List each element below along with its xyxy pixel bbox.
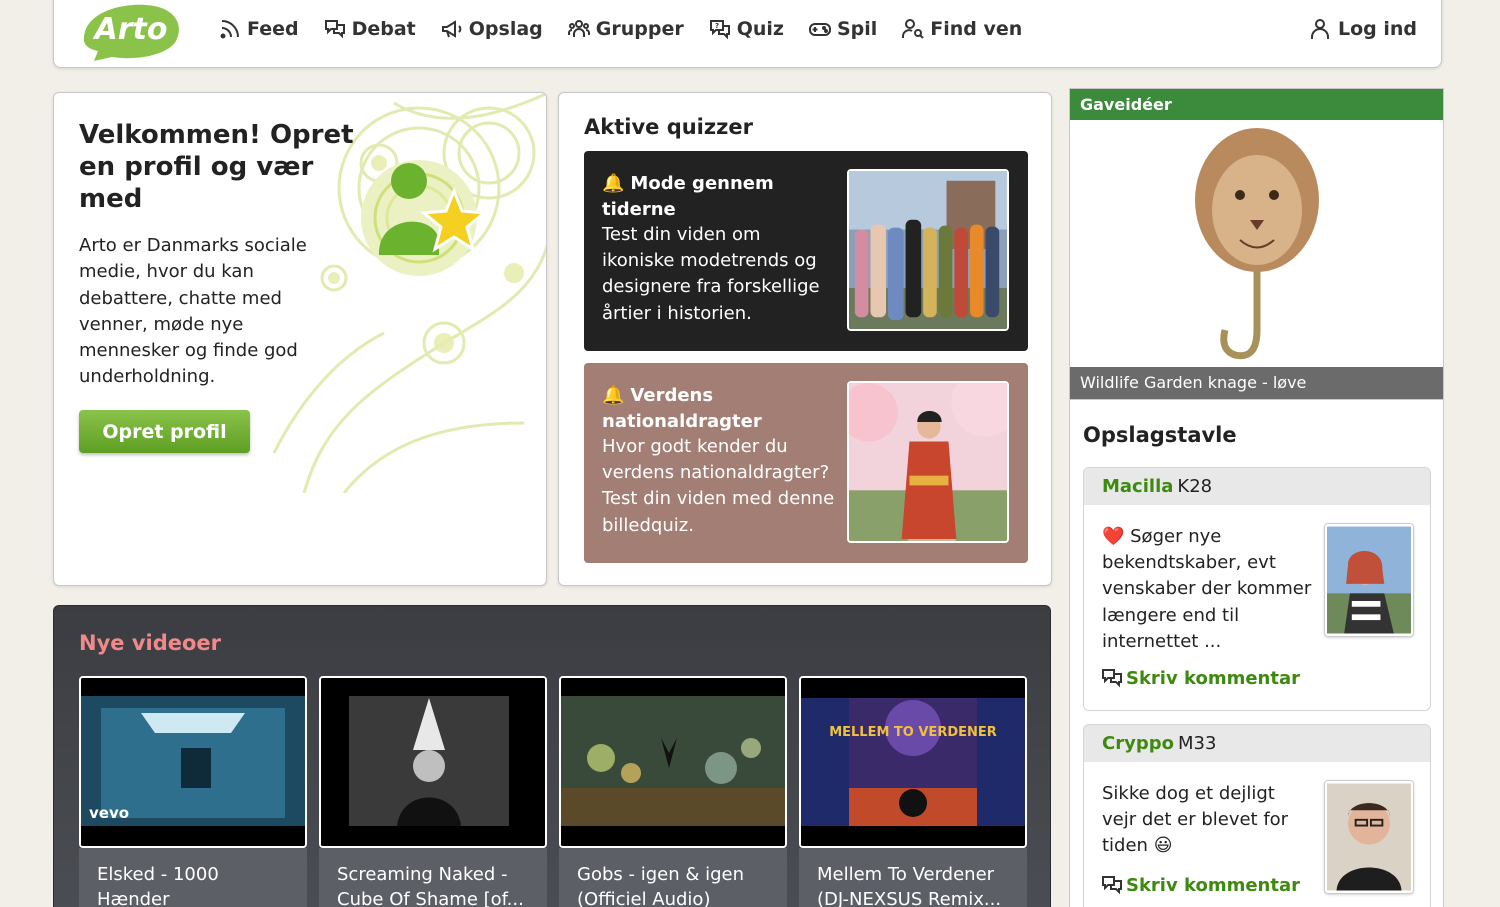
post-header: Macilla K28 — [1084, 468, 1430, 505]
bell-icon: 🔔 — [602, 173, 625, 194]
nav-find-ven-label: Find ven — [930, 18, 1023, 40]
write-comment-link[interactable]: Skriv kommentar — [1100, 666, 1300, 690]
nav-feed-label: Feed — [247, 18, 299, 40]
post-header: Cryppo M33 — [1084, 725, 1430, 762]
gamepad-icon — [808, 23, 831, 36]
comment-icon — [1102, 669, 1122, 688]
video-title: Screaming Naked - Cube Of Shame [of... — [319, 848, 547, 907]
group-icon — [567, 20, 590, 37]
video-card[interactable]: vevo Elsked - 1000 Hænder — [79, 676, 307, 907]
vevo-badge: vevo — [89, 804, 129, 822]
quiz-title: Mode gennem tiderne — [602, 173, 774, 220]
quiz-image — [847, 381, 1009, 543]
video-card[interactable]: MELLEM TO VERDENER Mellem To Verdener (D… — [799, 676, 1027, 907]
nav-find-ven[interactable]: Find ven — [901, 17, 1022, 41]
gift-ideas-widget[interactable]: Gaveidéer Wildlife Garden knage - løve — [1069, 88, 1444, 400]
videos-heading: Nye videoer — [79, 631, 222, 655]
video-thumbnail — [559, 676, 787, 848]
gift-image — [1070, 120, 1443, 368]
quiz-card[interactable]: 🔔 Verdens nationaldragter Hvor godt kende… — [584, 363, 1028, 563]
post-username[interactable]: Macilla — [1102, 476, 1173, 497]
find-user-icon — [902, 19, 924, 39]
arto-logo[interactable]: Arto — [76, 1, 186, 63]
new-videos-section: Nye videoer vevo Elsked - 1000 Hænder Sc… — [53, 605, 1051, 907]
post-avatar[interactable] — [1325, 524, 1413, 636]
active-quizzes-panel: Aktive quizzer 🔔 Mode gennem tiderne Test… — [558, 92, 1052, 586]
board-post: Cryppo M33 Sikke dog et dejligt vejr det … — [1083, 724, 1431, 907]
video-card[interactable]: Screaming Naked - Cube Of Shame [of... — [319, 676, 547, 907]
video-thumbnail: MELLEM TO VERDENER — [799, 676, 1027, 848]
video-title: Elsked - 1000 Hænder — [79, 848, 307, 907]
quizzes-heading: Aktive quizzer — [584, 115, 753, 139]
welcome-title: Velkommen! Opret en profil og vær med — [79, 120, 354, 214]
main-nav: Feed Debat Opslag Grupper ? Quiz Spil Fi… — [218, 17, 1046, 41]
board-heading: Opslagstavle — [1083, 423, 1237, 447]
write-comment-label: Skriv kommentar — [1126, 874, 1300, 896]
logo-text: Arto — [93, 12, 168, 47]
thumb-overlay-text: MELLEM TO VERDENER — [829, 725, 997, 740]
welcome-panel: Velkommen! Opret en profil og vær med Ar… — [53, 92, 547, 586]
user-icon — [1310, 19, 1329, 39]
board-post: Macilla K28 ❤️ Søger nye bekendtskaber, e… — [1083, 467, 1431, 711]
write-comment-link[interactable]: Skriv kommentar — [1100, 873, 1300, 897]
video-title: Mellem To Verdener (DJ-NEXSUS Remix... — [799, 848, 1027, 907]
nav-spil[interactable]: Spil — [808, 17, 877, 41]
nav-grupper[interactable]: Grupper — [567, 17, 684, 41]
post-user-meta: M33 — [1177, 733, 1217, 754]
megaphone-icon — [441, 20, 462, 38]
nav-quiz[interactable]: ? Quiz — [708, 17, 784, 41]
quiz-icon: ? — [709, 20, 730, 40]
svg-text:?: ? — [715, 22, 719, 30]
quiz-description: Hvor godt kender du verdens nationaldrag… — [602, 436, 835, 536]
create-profile-button[interactable]: Opret profil — [79, 410, 250, 453]
post-username[interactable]: Cryppo — [1102, 733, 1174, 754]
quiz-card[interactable]: 🔔 Mode gennem tiderne Test din viden om i… — [584, 151, 1028, 351]
write-comment-label: Skriv kommentar — [1126, 667, 1300, 689]
nav-quiz-label: Quiz — [736, 18, 784, 40]
video-thumbnail — [319, 676, 547, 848]
rss-icon — [220, 20, 239, 39]
quiz-image — [847, 169, 1009, 331]
nav-opslag-label: Opslag — [468, 18, 543, 40]
welcome-body: Arto er Danmarks sociale medie, hvor du … — [79, 235, 307, 388]
nav-debat[interactable]: Debat — [323, 17, 416, 41]
video-card[interactable]: Gobs - igen & igen (Officiel Audio) — [559, 676, 787, 907]
chat-bubbles-icon — [324, 20, 345, 39]
nav-debat-label: Debat — [351, 18, 416, 40]
post-text: ❤️ Søger nye bekendtskaber, evt venskabe… — [1102, 526, 1312, 652]
video-thumbnail: vevo — [79, 676, 307, 848]
nav-grupper-label: Grupper — [595, 18, 684, 40]
post-avatar[interactable] — [1325, 781, 1413, 893]
nav-opslag[interactable]: Opslag — [440, 17, 543, 41]
comment-icon — [1102, 876, 1122, 895]
nav-spil-label: Spil — [836, 18, 878, 40]
bell-icon: 🔔 — [602, 385, 625, 406]
gift-header: Gaveidéer — [1070, 89, 1443, 120]
top-header: Arto Feed Debat Opslag Grupper ? Quiz Sp… — [53, 0, 1442, 68]
bulletin-board: Opslagstavle Macilla K28 ❤️ Søger nye bek… — [1069, 400, 1444, 907]
quiz-description: Test din viden om ikoniske modetrends og… — [602, 224, 820, 324]
login-button[interactable]: Log ind — [1308, 17, 1417, 41]
gift-caption: Wildlife Garden knage - løve — [1070, 367, 1443, 399]
post-text: Sikke dog et dejligt vejr det er blevet … — [1102, 783, 1289, 857]
quiz-title: Verdens nationaldragter — [602, 385, 762, 432]
nav-feed[interactable]: Feed — [218, 17, 299, 41]
post-user-meta: K28 — [1177, 476, 1213, 497]
video-title: Gobs - igen & igen (Officiel Audio) — [559, 848, 787, 907]
login-label: Log ind — [1337, 18, 1417, 40]
